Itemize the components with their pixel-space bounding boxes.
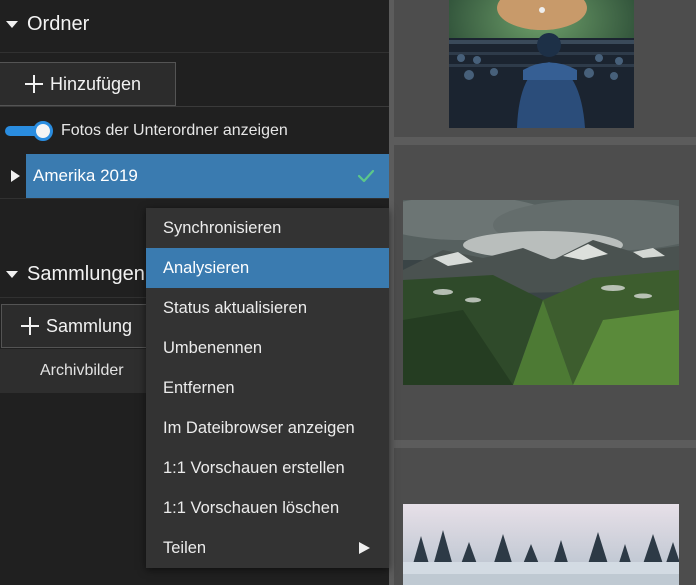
divider xyxy=(0,106,389,107)
folders-header-title: Ordner xyxy=(27,12,90,35)
thumbnail-tile[interactable] xyxy=(394,0,696,137)
menu-item-analysieren[interactable]: Analysieren xyxy=(146,248,389,288)
add-collection-label: Sammlung xyxy=(46,315,133,336)
menu-item-vorschauen-loeschen[interactable]: 1:1 Vorschauen löschen xyxy=(146,488,389,528)
thumbnail-grid xyxy=(389,0,696,585)
menu-item-status-aktualisieren[interactable]: Status aktualisieren xyxy=(146,288,389,328)
thumbnail-tile[interactable] xyxy=(394,145,696,440)
plus-icon xyxy=(21,317,39,335)
check-icon xyxy=(357,169,375,183)
collections-header-title: Sammlungen xyxy=(27,262,145,285)
divider xyxy=(0,52,389,53)
subfolder-toggle-label: Fotos der Unterordner anzeigen xyxy=(61,122,288,139)
collection-name: Archivbilder xyxy=(40,362,124,379)
subfolder-toggle[interactable] xyxy=(5,121,53,141)
menu-item-synchronisieren[interactable]: Synchronisieren xyxy=(146,208,389,248)
divider xyxy=(0,198,389,199)
folder-name: Amerika 2019 xyxy=(33,166,138,185)
add-folder-label: Hinzufügen xyxy=(50,73,142,94)
collapse-triangle-icon[interactable] xyxy=(6,20,18,28)
collapse-triangle-icon[interactable] xyxy=(6,270,18,278)
menu-item-vorschauen-erstellen[interactable]: 1:1 Vorschauen erstellen xyxy=(146,448,389,488)
folder-item-selected[interactable]: Amerika 2019 xyxy=(26,154,389,198)
menu-item-teilen[interactable]: Teilen xyxy=(146,528,389,568)
folders-section-header[interactable]: Ordner xyxy=(0,0,389,48)
folder-row[interactable]: Amerika 2019 xyxy=(0,154,389,198)
thumbnail-tile[interactable] xyxy=(394,448,696,585)
add-folder-button[interactable]: Hinzufügen xyxy=(0,62,176,106)
plus-icon xyxy=(25,75,43,93)
context-menu: Synchronisieren Analysieren Status aktua… xyxy=(146,208,389,568)
thumbnail-image-mountains[interactable] xyxy=(403,200,679,385)
thumbnail-image-snow-forest[interactable] xyxy=(403,504,679,585)
thumbnail-image-baseball[interactable] xyxy=(449,0,634,128)
submenu-arrow-icon xyxy=(359,542,370,554)
menu-item-im-dateibrowser-anzeigen[interactable]: Im Dateibrowser anzeigen xyxy=(146,408,389,448)
menu-item-umbenennen[interactable]: Umbenennen xyxy=(146,328,389,368)
expand-arrow-icon[interactable] xyxy=(11,170,20,182)
subfolder-toggle-row: Fotos der Unterordner anzeigen xyxy=(0,117,389,145)
toggle-knob xyxy=(33,121,53,141)
menu-item-entfernen[interactable]: Entfernen xyxy=(146,368,389,408)
